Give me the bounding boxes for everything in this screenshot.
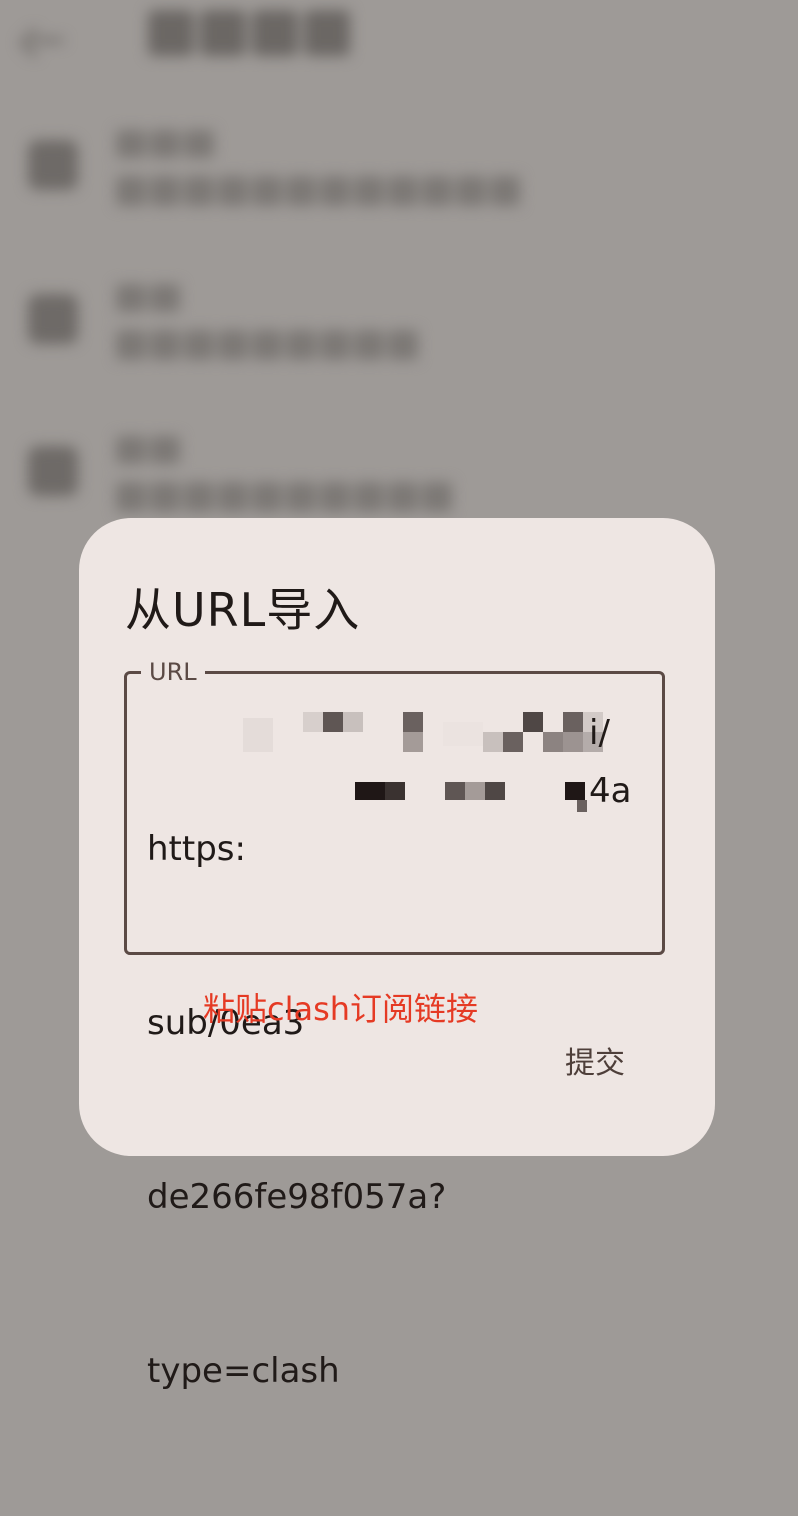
url-line-1-tail: i/ xyxy=(589,713,610,753)
back-arrow-icon xyxy=(19,22,72,58)
url-helper-text: 粘贴clash订阅链接 xyxy=(203,990,479,1028)
background-option-file xyxy=(28,284,588,384)
file-icon xyxy=(28,294,78,344)
cloud-icon xyxy=(28,446,78,496)
background-option-qrcode xyxy=(28,130,588,230)
url-field-label: URL xyxy=(141,657,205,687)
url-line-3: de266fe98f057a? xyxy=(147,1177,447,1217)
dialog-title: 从URL导入 xyxy=(125,583,361,637)
url-line-1: https: xyxy=(147,829,246,869)
background-title-blurred xyxy=(148,10,350,62)
url-line-4: type=clash xyxy=(147,1351,340,1391)
redacted-block-line2 xyxy=(335,774,588,820)
redacted-block-line1 xyxy=(243,712,603,758)
url-input-field[interactable]: URL https: sub/0ea3 de266fe98f057a? type… xyxy=(124,657,665,1391)
qrcode-icon xyxy=(28,140,78,190)
submit-button[interactable]: 提交 xyxy=(549,1032,641,1088)
url-line-2-tail: 4a xyxy=(589,771,632,811)
url-input-value[interactable]: https: sub/0ea3 de266fe98f057a? type=cla… xyxy=(147,704,647,1516)
import-from-url-dialog: 从URL导入 URL https: sub/0ea3 de266fe98f057… xyxy=(79,518,715,1391)
